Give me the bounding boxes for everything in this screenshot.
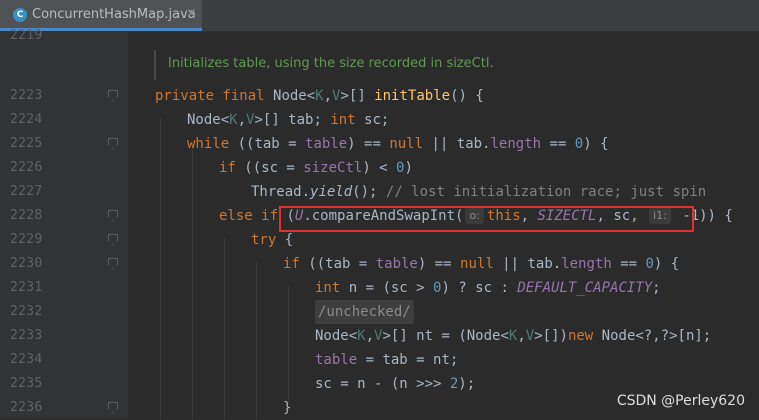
fold-marker-icon[interactable] — [108, 234, 118, 245]
code-line-2233: 2233 Node<K,V>[] nt = (Node<K,V>[])new N… — [0, 324, 759, 348]
line-number: 2226 — [10, 160, 43, 175]
line-number: 2225 — [10, 136, 43, 151]
line-number: 2234 — [10, 352, 43, 367]
line-number: 2228 — [10, 208, 43, 223]
code-line-2231: 2231 int n = (sc > 0) ? sc : DEFAULT_CAP… — [0, 276, 759, 300]
code-text: private final Node<K,V>[] initTable() { — [155, 88, 484, 104]
line-number: 2223 — [10, 88, 43, 103]
code-line-2219: 2219 — [0, 24, 759, 48]
line-number: 2224 — [10, 112, 43, 127]
code-text: if ((sc = sizeCtl) < 0) — [219, 160, 413, 176]
fold-marker-icon[interactable] — [108, 402, 118, 413]
code-line-2223: 2223 private final Node<K,V>[] initTable… — [0, 84, 759, 108]
code-line-2227: 2227 Thread.yield(); // lost initializat… — [0, 180, 759, 204]
line-number: 2231 — [10, 280, 43, 295]
code-line-2224: 2224 Node<K,V>[] tab; int sc; — [0, 108, 759, 132]
code-text: while ((tab = table) == null || tab.leng… — [187, 136, 609, 152]
code-text: table = tab = nt; — [315, 352, 459, 368]
code-line-2232: 2232 /unchecked/ — [0, 300, 759, 324]
code-line-2234: 2234 table = tab = nt; — [0, 348, 759, 372]
fold-marker-icon[interactable] — [108, 210, 118, 221]
tab-label: ConcurrentHashMap.java — [32, 7, 196, 22]
doc-comment-text: Initializes table, using the size record… — [168, 56, 494, 71]
folded-annotation[interactable]: /unchecked/ — [315, 300, 414, 324]
code-line-2225: 2225 while ((tab = table) == null || tab… — [0, 132, 759, 156]
code-text: } — [283, 400, 292, 416]
line-number: 2219 — [10, 28, 43, 43]
close-icon[interactable]: × — [186, 6, 197, 21]
code-line-2230: 2230 if ((tab = table) == null || tab.le… — [0, 252, 759, 276]
line-number: 2233 — [10, 328, 43, 343]
code-text: Node<K,V>[] tab; int sc; — [187, 112, 390, 128]
code-text: int n = (sc > 0) ? sc : DEFAULT_CAPACITY… — [315, 280, 661, 296]
doc-comment: Initializes table, using the size record… — [154, 50, 756, 80]
line-number: 2236 — [10, 400, 43, 415]
java-class-icon: C — [13, 8, 27, 22]
fold-marker-icon[interactable] — [108, 138, 118, 149]
line-number: 2232 — [10, 304, 43, 319]
code-text: if ((tab = table) == null || tab.length … — [283, 256, 680, 272]
code-line-2226: 2226 if ((sc = sizeCtl) < 0) — [0, 156, 759, 180]
line-number: 2230 — [10, 256, 43, 271]
fold-marker-icon[interactable] — [108, 258, 118, 269]
code-text: Node<K,V>[] nt = (Node<K,V>[])new Node<?… — [315, 328, 712, 344]
code-text: try { — [251, 232, 294, 248]
code-text: sc = n - (n >>> 2); — [315, 376, 476, 392]
code-line-2229: 2229 try { — [0, 228, 759, 252]
code-text: Thread.yield(); // lost initialization r… — [251, 184, 707, 200]
line-number: 2235 — [10, 376, 43, 391]
fold-marker-icon[interactable] — [108, 90, 118, 101]
line-number: 2227 — [10, 184, 43, 199]
code-text: /unchecked/ — [315, 300, 414, 324]
line-number: 2229 — [10, 232, 43, 247]
watermark: CSDN @Perley620 — [616, 393, 745, 409]
